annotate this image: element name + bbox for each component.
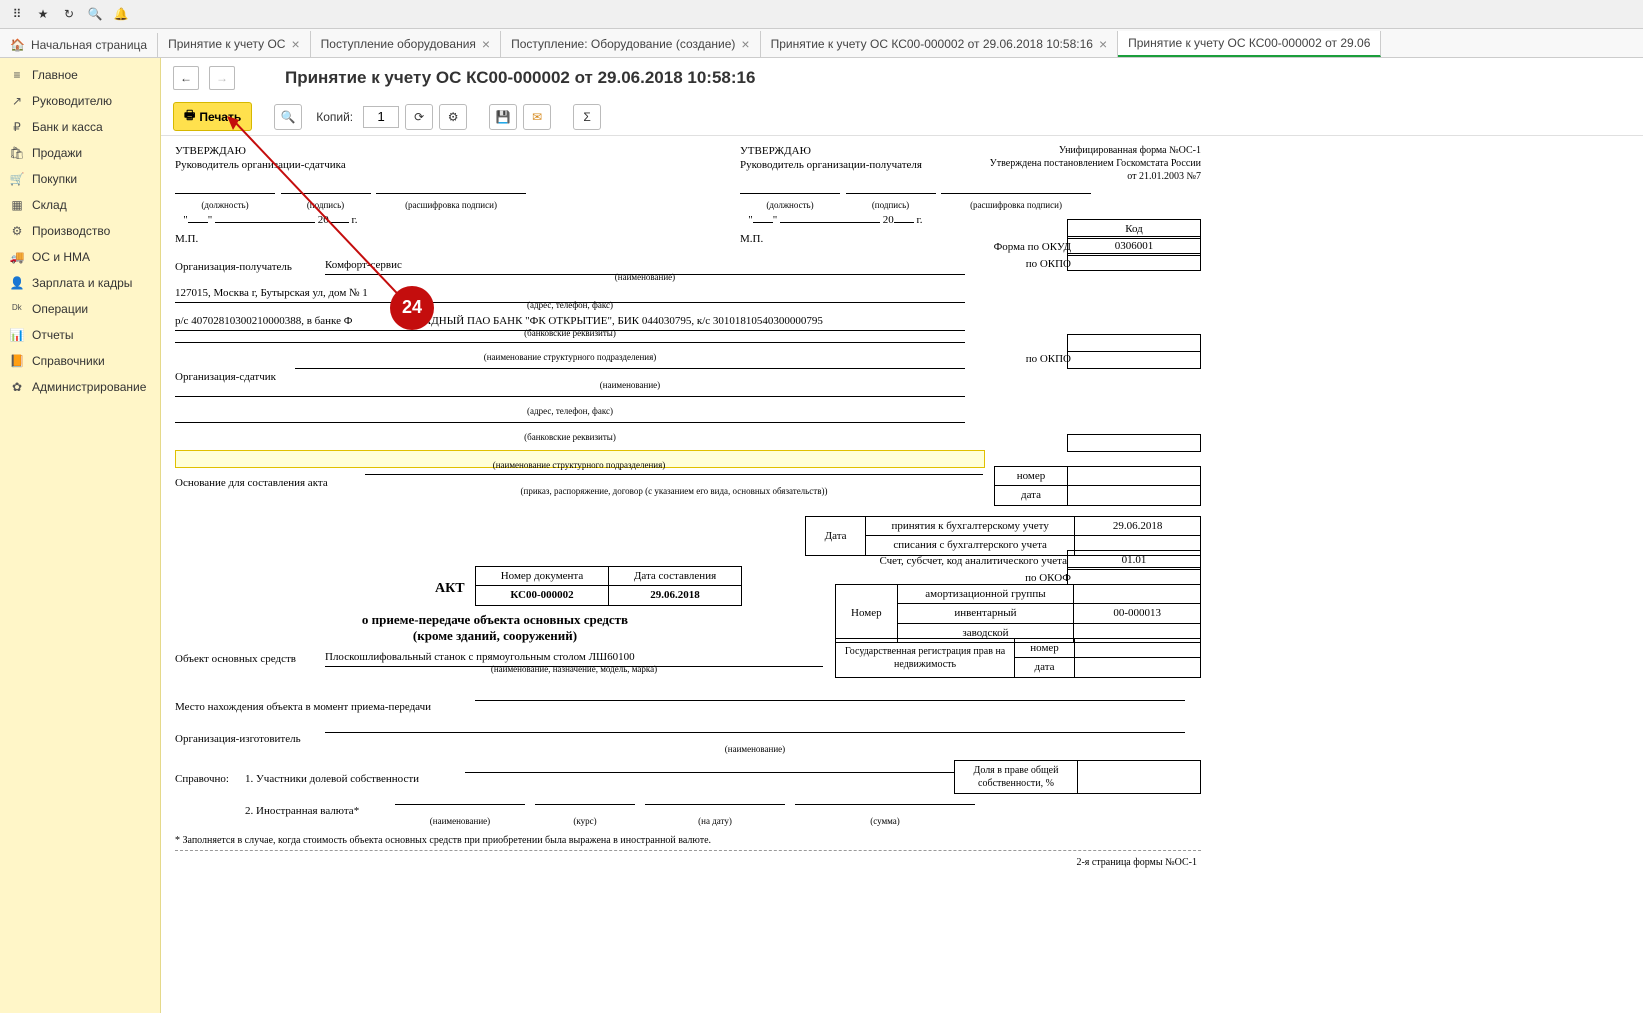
settings-button[interactable]: ⚙ (439, 104, 467, 130)
forward-button[interactable]: → (209, 66, 235, 90)
history-icon[interactable]: ↻ (58, 3, 80, 25)
approve-right: УТВЕРЖДАЮ Руководитель организации-получ… (740, 144, 922, 173)
tab-item[interactable]: Принятие к учету ОС КС00-000002 от 29.06… (761, 31, 1119, 57)
menu-icon: ≡ (10, 68, 24, 82)
tab-item[interactable]: Принятие к учету ОС× (158, 31, 311, 57)
save-button[interactable]: 💾 (489, 104, 517, 130)
sidebar-item-admin[interactable]: ✿Администрирование (0, 374, 160, 400)
spinner-button[interactable]: ⟳ (405, 104, 433, 130)
search-icon[interactable]: 🔍 (84, 3, 106, 25)
copies-label: Копий: (316, 110, 353, 124)
sidebar-item-main[interactable]: ≡Главное (0, 62, 160, 88)
sidebar-item-assets[interactable]: 🚚ОС и НМА (0, 244, 160, 270)
sidebar-item-hr[interactable]: 👤Зарплата и кадры (0, 270, 160, 296)
sidebar-item-operations[interactable]: ᴰᵏОперации (0, 296, 160, 322)
sidebar-item-reports[interactable]: 📊Отчеты (0, 322, 160, 348)
tab-home[interactable]: 🏠Начальная страница (0, 33, 158, 57)
callout-badge: 24 (390, 286, 434, 330)
tab-item[interactable]: Поступление: Оборудование (создание)× (501, 31, 761, 57)
bars-icon: 📊 (10, 328, 24, 342)
star-icon[interactable]: ★ (32, 3, 54, 25)
form-info: Унифицированная форма №ОС-1 Утверждена п… (990, 144, 1201, 183)
bell-icon[interactable]: 🔔 (110, 3, 132, 25)
close-icon[interactable]: × (741, 36, 749, 52)
main-panel: ← → Принятие к учету ОС КС00-000002 от 2… (161, 58, 1643, 1013)
copies-input[interactable] (363, 106, 399, 128)
tab-item[interactable]: Поступление оборудования× (311, 31, 501, 57)
sidebar-item-sales[interactable]: 🛍Продажи (0, 140, 160, 166)
chart-icon: ↗ (10, 94, 24, 108)
sidebar-item-purchases[interactable]: 🛒Покупки (0, 166, 160, 192)
bag-icon: 🛍 (10, 146, 24, 160)
tab-item-active[interactable]: Принятие к учету ОС КС00-000002 от 29.06 (1118, 31, 1381, 57)
settings-icon: ✿ (10, 380, 24, 394)
truck-icon: 🚚 (10, 250, 24, 264)
ruble-icon: ₽ (10, 120, 24, 134)
sidebar-item-bank[interactable]: ₽Банк и касса (0, 114, 160, 140)
close-icon[interactable]: × (1099, 36, 1107, 52)
person-icon: 👤 (10, 276, 24, 290)
sidebar-item-warehouse[interactable]: ▦Склад (0, 192, 160, 218)
printer-icon: 🖶 (184, 106, 195, 127)
sidebar-item-production[interactable]: ⚙Производство (0, 218, 160, 244)
doc-header: ← → Принятие к учету ОС КС00-000002 от 2… (161, 58, 1643, 98)
sum-button[interactable]: Σ (573, 104, 601, 130)
cart-icon: 🛒 (10, 172, 24, 186)
sidebar-item-manager[interactable]: ↗Руководителю (0, 88, 160, 114)
print-button[interactable]: 🖶Печать (173, 102, 252, 131)
print-toolbar: 🖶Печать 🔍 Копий: ⟳ ⚙ 💾 ✉ Σ (161, 98, 1643, 136)
approve-left: УТВЕРЖДАЮ Руководитель организации-сдатч… (175, 144, 346, 173)
book-icon: 📙 (10, 354, 24, 368)
system-toolbar: ⠿ ★ ↻ 🔍 🔔 (0, 0, 1643, 29)
preview-button[interactable]: 🔍 (274, 104, 302, 130)
tab-bar: 🏠Начальная страница Принятие к учету ОС×… (0, 29, 1643, 58)
grid-icon: ▦ (10, 198, 24, 212)
sidebar-item-refs[interactable]: 📙Справочники (0, 348, 160, 374)
dk-icon: ᴰᵏ (10, 302, 24, 316)
home-icon: 🏠 (10, 38, 25, 52)
nav-sidebar: ≡Главное ↗Руководителю ₽Банк и касса 🛍Пр… (0, 58, 161, 1013)
gear-icon: ⚙ (10, 224, 24, 238)
close-icon[interactable]: × (291, 36, 299, 52)
page-title: Принятие к учету ОС КС00-000002 от 29.06… (285, 68, 755, 88)
close-icon[interactable]: × (482, 36, 490, 52)
apps-icon[interactable]: ⠿ (6, 3, 28, 25)
page-footer: 2-я страница формы №ОС-1 (1076, 856, 1197, 869)
email-button[interactable]: ✉ (523, 104, 551, 130)
back-button[interactable]: ← (173, 66, 199, 90)
